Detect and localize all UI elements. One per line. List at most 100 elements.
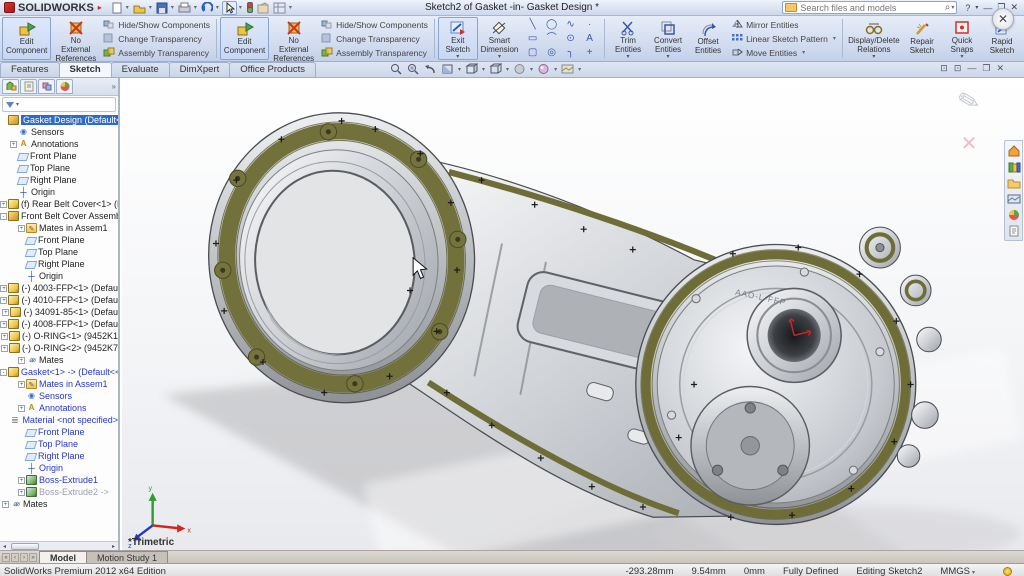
tree-item[interactable]: + Mates in Assem1	[0, 378, 118, 390]
menu-expand-arrow-icon[interactable]: ▸	[98, 3, 102, 12]
convert-entities-dropdown-icon[interactable]: ▾	[667, 54, 670, 60]
custom-properties-icon[interactable]	[1006, 223, 1021, 238]
assembly-transparency-button[interactable]: Assembly Transparency	[100, 46, 213, 59]
tree-item[interactable]: + Mates	[0, 498, 118, 510]
zoom-to-fit-icon[interactable]	[390, 63, 403, 75]
fm-tabs-overflow-icon[interactable]: »	[112, 82, 116, 91]
expand-toggle[interactable]	[10, 153, 17, 160]
hide-show-components-button[interactable]: Hide/Show Components	[100, 18, 213, 31]
configuration-manager-tab[interactable]	[38, 79, 55, 94]
tree-item[interactable]: - Front Belt Cover Assembly<	[0, 210, 118, 222]
tab-scroll-first-icon[interactable]: «	[2, 553, 10, 562]
featuremanager-tree-tab[interactable]	[2, 79, 19, 94]
floating-close-button[interactable]: ✕	[992, 8, 1014, 30]
expand-toggle[interactable]: +	[1, 333, 8, 340]
ribbon-tab[interactable]: Sketch	[59, 62, 112, 77]
fillet-icon[interactable]: ╮	[562, 46, 579, 60]
tree-item[interactable]: + (-) 4010-FFP<1> (Defau	[0, 294, 118, 306]
display-delete-relations-button[interactable]: Display/Delete Relations ▾	[846, 17, 902, 60]
circle-icon[interactable]: ◯	[543, 18, 560, 32]
quick-snaps-button[interactable]: Quick Snaps ▾	[942, 17, 982, 60]
tree-item[interactable]: Origin	[0, 270, 118, 282]
smart-dimension-dropdown-icon[interactable]: ▾	[498, 54, 501, 60]
section-view-icon[interactable]	[441, 63, 454, 75]
expand-toggle[interactable]	[18, 273, 25, 280]
model-tab[interactable]: Model	[39, 551, 87, 563]
file-properties-button[interactable]	[256, 1, 271, 15]
tree-item[interactable]: Gasket Design (Default<Displa	[0, 114, 118, 126]
search-scope-icon[interactable]	[785, 3, 797, 12]
expand-toggle[interactable]: +	[1, 345, 8, 352]
search-box[interactable]: ⌕ ▾	[782, 1, 957, 14]
tree-item[interactable]: Right Plane	[0, 174, 118, 186]
plus-point-icon[interactable]: +	[581, 46, 598, 60]
no-external-references-button-2[interactable]: No External References	[269, 17, 318, 60]
help-dropdown-icon[interactable]: ▾	[975, 4, 978, 11]
status-indicator-icon[interactable]	[1003, 567, 1012, 576]
new-document-button[interactable]	[110, 1, 124, 15]
file-explorer-icon[interactable]	[1006, 175, 1021, 190]
tree-item[interactable]: + Boss-Extrude2 ->	[0, 486, 118, 498]
expand-toggle[interactable]	[18, 453, 25, 460]
display-manager-tab[interactable]	[56, 79, 73, 94]
expand-toggle[interactable]: -	[0, 369, 7, 376]
tree-item[interactable]: Sensors	[0, 126, 118, 138]
expand-toggle[interactable]: +	[0, 201, 7, 208]
filter-dropdown-icon[interactable]: ▾	[16, 101, 19, 108]
tree-item[interactable]: Sensors	[0, 390, 118, 402]
tree-item[interactable]: + Annotations	[0, 138, 118, 150]
confirmation-corner[interactable]: ✎ ✕	[944, 86, 994, 156]
spline-icon[interactable]: ∿	[562, 18, 579, 32]
tab-scroll-last-icon[interactable]: »	[29, 553, 37, 562]
expand-toggle[interactable]	[18, 441, 25, 448]
smart-dimension-button[interactable]: Smart Dimension ▾	[478, 17, 521, 60]
expand-toggle[interactable]: +	[18, 357, 25, 364]
expand-toggle[interactable]	[18, 249, 25, 256]
print-button[interactable]	[177, 1, 192, 15]
tree-item[interactable]: + (-) 4003-FFP<1> (Defau	[0, 282, 118, 294]
move-entities-button[interactable]: Move Entities ▾	[728, 46, 839, 59]
undo-button[interactable]	[200, 1, 214, 15]
expand-toggle[interactable]: -	[0, 213, 7, 220]
expand-toggle[interactable]: +	[2, 501, 9, 508]
expand-toggle[interactable]: +	[18, 225, 25, 232]
tree-filter-box[interactable]: ▾	[2, 97, 116, 112]
tree-item[interactable]: Top Plane	[0, 438, 118, 450]
design-library-icon[interactable]	[1006, 159, 1021, 174]
tree-item[interactable]: Front Plane	[0, 234, 118, 246]
doc-pane-icon[interactable]: ⊡	[940, 63, 948, 74]
edit-component-button[interactable]: Edit Component	[2, 17, 51, 60]
ribbon-tab[interactable]: Office Products	[229, 62, 316, 77]
display-delete-dropdown-icon[interactable]: ▾	[872, 54, 875, 60]
arc-icon[interactable]: ⌒	[543, 32, 560, 46]
tree-item[interactable]: Front Plane	[0, 150, 118, 162]
expand-toggle[interactable]: +	[10, 141, 17, 148]
motion-study-tab[interactable]: Motion Study 1	[86, 551, 168, 563]
linear-pattern-dropdown-icon[interactable]: ▾	[833, 35, 836, 42]
offset-entities-button[interactable]: Offset Entities	[688, 17, 728, 60]
zoom-to-area-icon[interactable]	[407, 63, 420, 75]
tab-scroll-next-icon[interactable]: ›	[20, 553, 28, 562]
change-transparency-button-2[interactable]: Change Transparency	[318, 32, 431, 45]
perimeter-circle-icon[interactable]: ◎	[543, 46, 560, 60]
tree-item[interactable]: + Mates	[0, 354, 118, 366]
rectangle-icon[interactable]: ▭	[524, 32, 541, 46]
tree-item[interactable]: + Annotations	[0, 402, 118, 414]
property-manager-tab[interactable]	[20, 79, 37, 94]
ribbon-tab[interactable]: Features	[0, 62, 60, 77]
quick-snaps-dropdown-icon[interactable]: ▾	[960, 54, 963, 60]
hide-show-items-icon[interactable]	[513, 63, 526, 75]
graphics-viewport[interactable]: AAO-L-FFP	[122, 78, 1024, 550]
tab-scroll-prev-icon[interactable]: ‹	[11, 553, 19, 562]
expand-toggle[interactable]	[0, 117, 7, 124]
edit-component-button-2[interactable]: Edit Component	[220, 17, 269, 60]
repair-sketch-button[interactable]: Repair Sketch	[902, 17, 942, 60]
sketch-text-icon[interactable]: A	[581, 32, 598, 46]
expand-toggle[interactable]	[10, 189, 17, 196]
expand-toggle[interactable]: +	[2, 309, 9, 316]
expand-toggle[interactable]: +	[0, 297, 7, 304]
expand-toggle[interactable]	[10, 177, 17, 184]
view-orientation-icon[interactable]	[465, 63, 478, 75]
assembly-transparency-button-2[interactable]: Assembly Transparency	[318, 46, 431, 59]
save-button[interactable]	[155, 1, 169, 15]
